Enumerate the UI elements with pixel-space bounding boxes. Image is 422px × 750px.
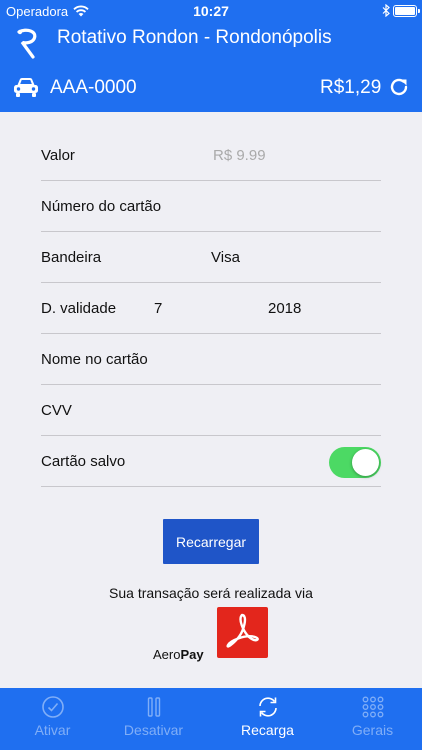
recarga-refresh-icon [259,697,277,717]
recharge-form: Valor R$ 9.99 Número do cartão Bandeira … [0,112,422,688]
cartao-salvo-toggle[interactable] [329,447,381,478]
valor-label: Valor [41,147,75,164]
bandeira-select[interactable]: Visa [211,249,240,266]
tab-gerais-label: Gerais [351,722,394,738]
tab-recarga-label: Recarga [241,722,294,738]
pause-icon [147,697,161,717]
tab-desativar[interactable]: Desativar [101,688,206,750]
aeropay-logo-icon [217,607,268,658]
validade-label: D. validade [41,300,117,317]
tab-ativar-label: Ativar [34,722,71,738]
check-circle-icon [42,696,64,718]
app-logo-icon [17,28,37,59]
nome-cartao-label: Nome no cartão [41,351,148,368]
cartao-salvo-label: Cartão salvo [41,453,126,470]
aeropay-logo-text: AeroPay [153,647,204,662]
payment-via-text: Sua transação será realizada via [109,585,313,601]
balance-amount: R$1,29 [320,77,382,98]
numero-cartao-label: Número do cartão [41,198,162,215]
validade-month[interactable]: 7 [154,300,162,317]
header: Operadora 10:27 Rotativo Rondon - Rondon… [0,0,422,112]
toggle-knob [352,449,379,476]
numero-cartao-row[interactable]: Número do cartão [41,181,381,232]
app-title: Rotativo Rondon - Rondonópolis [57,27,332,48]
status-bar: Operadora 10:27 [0,0,422,22]
vehicle-plate[interactable]: AAA-0000 [50,77,137,99]
bandeira-label: Bandeira [41,249,102,266]
cartao-salvo-row: Cartão salvo [41,436,381,487]
car-icon [14,78,38,97]
validade-row[interactable]: D. validade 7 2018 [41,283,381,334]
valor-row[interactable]: Valor R$ 9.99 [41,130,381,181]
bandeira-row[interactable]: Bandeira Visa [41,232,381,283]
battery-icon [393,5,420,17]
status-time: 10:27 [193,3,229,19]
tab-recarga[interactable]: Recarga [215,688,320,750]
tab-bar: Ativar Desativar Recarga Gerais [0,688,422,750]
nome-cartao-row[interactable]: Nome no cartão [41,334,381,385]
refresh-icon[interactable] [388,76,410,98]
bluetooth-icon [382,4,390,17]
aeropay-prefix: Aero [153,647,181,662]
aeropay-suffix: Pay [180,647,204,662]
tab-ativar[interactable]: Ativar [0,688,105,750]
grid-icon [362,696,384,718]
cvv-row[interactable]: CVV [41,385,381,436]
valor-input[interactable]: R$ 9.99 [213,147,266,164]
tab-gerais[interactable]: Gerais [320,688,422,750]
cvv-label: CVV [41,402,72,419]
validade-year[interactable]: 2018 [268,300,301,317]
recarregar-button[interactable]: Recarregar [163,519,259,564]
tab-desativar-label: Desativar [123,722,184,738]
